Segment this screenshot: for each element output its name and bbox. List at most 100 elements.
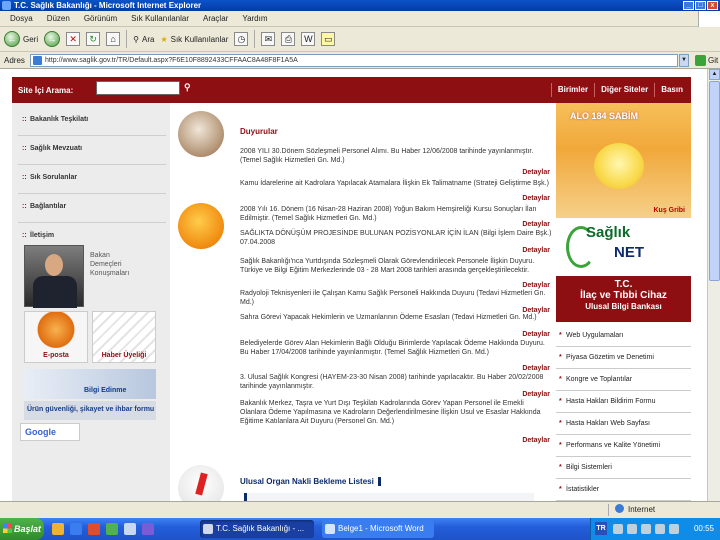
home-icon[interactable]: ⌂ <box>106 32 121 46</box>
right-link-performans[interactable]: Performans ve Kalite Yönetimi <box>556 435 691 457</box>
ilac-bilgi-bankasi-banner[interactable]: T.C. İlaç ve Tıbbi Cihaz Ulusal Bilgi Ba… <box>556 276 691 322</box>
right-link-hasta-haklari-form[interactable]: Hasta Hakları Bildirim Formu <box>556 391 691 413</box>
details-link[interactable]: Detaylar <box>522 282 550 289</box>
mail-icon[interactable]: ✉ <box>261 32 276 46</box>
favorites-button[interactable]: ★ Sık Kullanılanlar <box>160 35 228 44</box>
word-icon[interactable]: W <box>301 32 316 46</box>
forward-arrow-icon: → <box>44 31 61 47</box>
close-button[interactable]: x <box>707 1 718 10</box>
details-link[interactable]: Detaylar <box>522 437 550 444</box>
tray-icon[interactable] <box>627 524 637 534</box>
quicklaunch-icon[interactable] <box>124 523 136 535</box>
details-link[interactable]: Detaylar <box>522 365 550 372</box>
details-link[interactable]: Detaylar <box>522 247 550 254</box>
menu-help[interactable]: Yardım <box>242 14 267 23</box>
details-link[interactable]: Detaylar <box>522 391 550 398</box>
right-link-istatistikler[interactable]: İstatistikler <box>556 479 691 501</box>
print-icon[interactable]: ⎙ <box>281 32 296 46</box>
right-link-piyasa-gozetim[interactable]: Piyasa Gözetim ve Denetimi <box>556 347 691 369</box>
haber-uyeligi-tile[interactable]: Haber Üyeliği <box>92 311 156 363</box>
tray-icon[interactable] <box>641 524 651 534</box>
menu-file[interactable]: Dosya <box>10 14 33 23</box>
announcement-item[interactable]: 2008 Yılı 16. Dönem (16 Nisan-28 Haziran… <box>240 205 552 223</box>
google-logo[interactable]: Google <box>20 423 80 441</box>
left-column: Bakanlık Teşkilatı Sağlık Mevzuatı Sık S… <box>12 103 170 518</box>
saglik-net-banner[interactable]: Sağlık NET <box>556 218 691 276</box>
window-title: T.C. Sağlık Bakanlığı - Microsoft Intern… <box>14 1 202 10</box>
details-link[interactable]: Detaylar <box>522 221 550 228</box>
language-indicator[interactable]: TR <box>595 522 607 535</box>
back-button[interactable]: ← Geri <box>4 31 38 47</box>
refresh-icon[interactable]: ↻ <box>86 32 101 46</box>
portrait-face <box>45 254 63 276</box>
menu-tools[interactable]: Araçlar <box>203 14 228 23</box>
menu-favorites[interactable]: Sık Kullanılanlar <box>131 14 189 23</box>
maximize-button[interactable]: □ <box>695 1 706 10</box>
details-link[interactable]: Detaylar <box>522 195 550 202</box>
scroll-up-icon[interactable]: ▲ <box>709 69 720 80</box>
quicklaunch-icon[interactable] <box>52 523 64 535</box>
page-viewport: Site İçi Arama: ⚲ Birimler Diğer Siteler… <box>0 69 707 518</box>
quicklaunch-icon[interactable] <box>106 523 118 535</box>
go-arrow-icon <box>695 54 706 66</box>
nav-saglik-mevzuati[interactable]: Sağlık Mevzuatı <box>22 145 162 152</box>
announcement-item[interactable]: 2008 YILI 30.Dönem Sözleşmeli Personel A… <box>240 147 552 165</box>
start-button[interactable]: Başlat <box>0 518 44 540</box>
announcement-item[interactable]: 3. Ulusal Sağlık Kongresi (HAYEM-23-30 N… <box>240 373 552 391</box>
duyurular-title: Duyurular <box>240 127 278 136</box>
vertical-scrollbar[interactable]: ▲ ▼ <box>707 69 720 518</box>
nav-baglantilar[interactable]: Bağlantılar <box>22 203 162 210</box>
minister-photo[interactable] <box>24 245 84 308</box>
note-icon[interactable]: ▭ <box>321 32 336 46</box>
tray-icon[interactable] <box>655 524 665 534</box>
volume-icon[interactable] <box>669 524 679 534</box>
site-search-icon[interactable]: ⚲ <box>184 82 191 93</box>
go-button[interactable]: Git <box>695 54 718 66</box>
nav-bakanlik-teskilati[interactable]: Bakanlık Teşkilatı <box>22 116 162 123</box>
eposta-tile[interactable]: E-posta <box>24 311 88 363</box>
nav-sik-sorulanlar[interactable]: Sık Sorulanlar <box>22 174 162 181</box>
quicklaunch-icon[interactable] <box>88 523 100 535</box>
right-link-kongre[interactable]: Kongre ve Toplantılar <box>556 369 691 391</box>
address-input[interactable]: http://www.saglik.gov.tr/TR/Default.aspx… <box>30 53 678 67</box>
taskbar-item-ie[interactable]: T.C. Sağlık Bakanlığı - ... <box>200 520 314 538</box>
right-link-bilgi-sistemleri[interactable]: Bilgi Sistemleri <box>556 457 691 479</box>
announcement-item[interactable]: Sağlık Bakanlığı'nca Yurtdışında Sözleşm… <box>240 257 552 275</box>
taskbar: Başlat T.C. Sağlık Bakanlığı - ... Belge… <box>0 518 720 540</box>
organ-nakli-title[interactable]: Ulusal Organ Nakli Bekleme Listesi <box>240 477 381 486</box>
announcement-item[interactable]: Belediyelerde Görev Alan Hekimlerin Bağl… <box>240 339 552 357</box>
right-link-web-uygulamalari[interactable]: Web Uygulamaları <box>556 325 691 347</box>
right-link-hasta-haklari-web[interactable]: Hasta Hakları Web Sayfası <box>556 413 691 435</box>
site-search-input[interactable] <box>96 81 180 95</box>
quicklaunch-icon[interactable] <box>142 523 154 535</box>
announcement-item[interactable]: Kamu İdarelerine ait Kadrolara Yapılacak… <box>240 179 552 188</box>
menu-edit[interactable]: Düzen <box>47 14 70 23</box>
search-button[interactable]: ⚲ Ara <box>133 35 154 44</box>
nav-link-diger-siteler[interactable]: Diğer Siteler <box>594 83 654 97</box>
nav-link-basin[interactable]: Basın <box>654 83 689 97</box>
bilgi-edinme-banner[interactable]: Bilgi Edinme <box>24 369 156 399</box>
announcement-item[interactable]: Bakanlık Merkez, Taşra ve Yurt Dışı Teşk… <box>240 399 552 426</box>
address-dropdown-icon[interactable]: ▼ <box>679 53 689 67</box>
urun-guvenligi-banner[interactable]: Ürün güvenliği, şikayet ve ihbar formu <box>24 401 156 420</box>
details-link[interactable]: Detaylar <box>522 331 550 338</box>
announcement-image-writing <box>178 111 224 157</box>
announcement-item[interactable]: SAĞLIKTA DÖNÜŞÜM PROJESİNDE BULUNAN POZİ… <box>240 229 552 247</box>
stop-icon[interactable]: ✕ <box>66 32 81 46</box>
nav-link-birimler[interactable]: Birimler <box>550 83 594 97</box>
taskbar-item-word[interactable]: Belge1 - Microsoft Word <box>322 520 434 538</box>
history-icon[interactable]: ◷ <box>234 32 249 46</box>
scroll-thumb[interactable] <box>709 81 720 281</box>
nav-iletisim[interactable]: İletişim <box>22 232 162 239</box>
announcement-item[interactable]: Radyoloji Teknisyenleri ile Çalışan Kamu… <box>240 289 552 307</box>
announcement-item[interactable]: Sahra Görevi Yapacak Hekimlerin ve Uzman… <box>240 313 552 322</box>
ie-icon <box>2 1 11 10</box>
menu-view[interactable]: Görünüm <box>84 14 117 23</box>
forward-button[interactable]: → <box>44 31 61 47</box>
details-link[interactable]: Detaylar <box>522 169 550 176</box>
alo-184-banner[interactable]: ALO 184 SABİM Kuş Gribi <box>556 103 691 218</box>
minimize-button[interactable]: _ <box>683 1 694 10</box>
ie-quicklaunch-icon[interactable] <box>70 523 82 535</box>
minister-caption[interactable]: Bakan Demeçleri Konuşmaları <box>90 251 160 278</box>
tray-icon[interactable] <box>613 524 623 534</box>
